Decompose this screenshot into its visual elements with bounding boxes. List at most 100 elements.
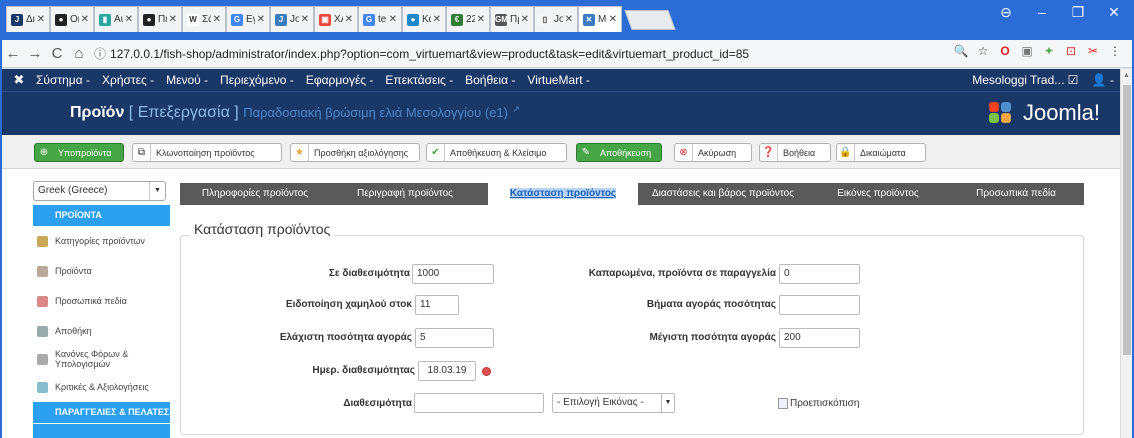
browser-tab[interactable]: ▮Aυτ✕ bbox=[94, 6, 138, 32]
close-tab-icon[interactable]: ✕ bbox=[169, 14, 177, 25]
add-review-button[interactable]: ★ Προσθήκη αξιολόγησης bbox=[290, 143, 420, 162]
tab-custom-fields[interactable]: Προσωπικά πεδία bbox=[948, 183, 1084, 205]
opera-extension-icon[interactable]: O bbox=[994, 44, 1016, 58]
close-tab-icon[interactable]: ✕ bbox=[301, 14, 309, 25]
availability-date-input[interactable]: 18.03.19 bbox=[418, 361, 476, 381]
sidebar-item-inventory[interactable]: Αποθήκη bbox=[33, 316, 170, 346]
reload-icon[interactable]: C bbox=[46, 45, 68, 62]
browser-tab[interactable]: WΣάκ✕ bbox=[182, 6, 226, 32]
back-icon[interactable]: ← bbox=[2, 45, 24, 62]
browser-tab-title: Οι έ bbox=[70, 14, 79, 25]
page-scrollbar[interactable]: ▲ bbox=[1120, 69, 1132, 438]
close-tab-icon[interactable]: ✕ bbox=[389, 14, 397, 25]
maximize-button[interactable]: ❐ bbox=[1060, 0, 1096, 26]
scroll-up-icon[interactable]: ▲ bbox=[1123, 72, 1130, 79]
external-link-icon[interactable]: ↗ bbox=[512, 104, 520, 114]
sidebar-item-categories[interactable]: Κατηγορίες προϊόντων bbox=[33, 226, 170, 256]
browser-tab[interactable]: JΔια✕ bbox=[6, 6, 50, 32]
permissions-button[interactable]: 🔒 Δικαιώματα bbox=[836, 143, 926, 162]
calculator-icon bbox=[37, 353, 48, 365]
language-select[interactable]: Greek (Greece) ▼ bbox=[33, 181, 166, 201]
sidebar-section-next[interactable] bbox=[33, 424, 170, 438]
pocket-extension-icon[interactable]: ⊡ bbox=[1060, 44, 1082, 58]
close-tab-icon[interactable]: ✕ bbox=[37, 14, 45, 25]
low-stock-input[interactable]: 11 bbox=[415, 295, 459, 315]
in-stock-input[interactable]: 1000 bbox=[412, 264, 494, 284]
new-tab-button[interactable] bbox=[624, 10, 676, 30]
profile-icon[interactable]: ⊖ bbox=[988, 0, 1024, 26]
browser-tab[interactable]: JJoo✕ bbox=[270, 6, 314, 32]
menu-help[interactable]: Βοήθεια - bbox=[465, 73, 515, 87]
save-button[interactable]: ✎ Αποθήκευση bbox=[576, 143, 662, 162]
menu-content[interactable]: Περιεχόμενο - bbox=[220, 73, 294, 87]
extension-icon[interactable]: ▣ bbox=[1016, 44, 1038, 58]
browser-tab[interactable]: Gtem✕ bbox=[358, 6, 402, 32]
close-tab-icon[interactable]: ✕ bbox=[213, 14, 221, 25]
minimize-button[interactable]: – bbox=[1024, 0, 1060, 26]
close-tab-icon[interactable]: ✕ bbox=[81, 14, 89, 25]
extension-red-icon[interactable]: ✂ bbox=[1082, 44, 1104, 58]
step-quantity-input[interactable] bbox=[779, 295, 860, 315]
browser-tab[interactable]: GMΠρο✕ bbox=[490, 6, 534, 32]
browser-tab[interactable]: ●Οι έ✕ bbox=[50, 6, 94, 32]
home-icon[interactable]: ⌂ bbox=[68, 45, 90, 62]
close-tab-icon[interactable]: ✕ bbox=[609, 14, 617, 25]
tab-product-status[interactable]: Κατάσταση προϊόντος bbox=[488, 181, 638, 205]
joomla-small-logo-icon[interactable]: ✖ bbox=[2, 72, 36, 88]
min-quantity-input[interactable]: 5 bbox=[415, 328, 494, 348]
cancel-button[interactable]: ⊗ Ακύρωση bbox=[674, 143, 752, 162]
clear-date-icon[interactable] bbox=[482, 367, 491, 376]
clone-product-button[interactable]: ⧉ Κλωνοποίηση προϊόντος bbox=[132, 143, 282, 162]
menu-users[interactable]: Χρήστες - bbox=[102, 73, 154, 87]
max-quantity-input[interactable]: 200 bbox=[779, 328, 860, 348]
sidebar-item-products[interactable]: Προϊόντα bbox=[33, 256, 170, 286]
availability-input[interactable] bbox=[414, 393, 544, 413]
close-tab-icon[interactable]: ✕ bbox=[125, 14, 133, 25]
close-tab-icon[interactable]: ✕ bbox=[477, 14, 485, 25]
user-menu[interactable]: 👤 - bbox=[1092, 73, 1114, 87]
site-info-icon[interactable]: ⓘ bbox=[94, 47, 106, 61]
bookmark-star-icon[interactable]: ☆ bbox=[972, 44, 994, 58]
site-link[interactable]: Mesologgi Trad... ☑ bbox=[972, 73, 1078, 87]
close-tab-icon[interactable]: ✕ bbox=[257, 14, 265, 25]
joomla-mark-icon bbox=[988, 102, 1017, 124]
check-icon: ✔ bbox=[427, 144, 445, 161]
ordered-input[interactable]: 0 bbox=[779, 264, 860, 284]
forward-icon[interactable]: → bbox=[24, 45, 46, 62]
zoom-icon[interactable]: 🔍 bbox=[950, 44, 972, 58]
browser-tab[interactable]: ●Πέρ✕ bbox=[138, 6, 182, 32]
scrollbar-thumb[interactable] bbox=[1123, 85, 1131, 355]
menu-extensions[interactable]: Επεκτάσεις - bbox=[385, 73, 453, 87]
child-products-button[interactable]: ⊕ Υποπροϊόντα bbox=[34, 143, 124, 162]
browser-menu-icon[interactable]: ⋮ bbox=[1104, 44, 1126, 58]
browser-tab[interactable]: ▯Joo✕ bbox=[534, 6, 578, 32]
sidebar-item-reviews[interactable]: Κριτικές & Αξιολογήσεις bbox=[33, 372, 170, 402]
extension-green-icon[interactable]: ✦ bbox=[1038, 44, 1060, 58]
menu-virtuemart[interactable]: VirtueMart - bbox=[527, 73, 589, 87]
close-tab-icon[interactable]: ✕ bbox=[433, 14, 441, 25]
close-tab-icon[interactable]: ✕ bbox=[345, 14, 353, 25]
close-window-button[interactable]: ✕ bbox=[1096, 0, 1132, 26]
tab-product-description[interactable]: Περιγραφή προϊόντος bbox=[330, 183, 480, 205]
tab-product-images[interactable]: Εικόνες προϊόντος bbox=[808, 183, 948, 205]
browser-tab[interactable]: ●Κατ✕ bbox=[402, 6, 446, 32]
browser-tab[interactable]: ▣ΧΑΙ✕ bbox=[314, 6, 358, 32]
url-field[interactable]: ⓘ 127.0.0.1/fish-shop/administrator/index… bbox=[94, 45, 749, 62]
sidebar-section-orders[interactable]: ΠΑΡΑΓΓΕΛΙΕΣ & ΠΕΛΑΤΕΣ bbox=[33, 402, 170, 423]
close-tab-icon[interactable]: ✕ bbox=[521, 14, 529, 25]
close-tab-icon[interactable]: ✕ bbox=[565, 14, 573, 25]
help-button[interactable]: ❓ Βοήθεια bbox=[759, 143, 831, 162]
menu-system[interactable]: Σύστημα - bbox=[36, 73, 90, 87]
tab-product-info[interactable]: Πληροφορίες προϊόντος bbox=[180, 183, 330, 205]
sidebar-section-products[interactable]: ΠΡΟΪΟΝΤΑ bbox=[33, 205, 170, 226]
browser-tab[interactable]: ✕Me:✕ bbox=[578, 6, 622, 32]
sidebar-item-tax-rules[interactable]: Κανόνες Φόρων & Υπολογισμών bbox=[33, 344, 170, 374]
menu-components[interactable]: Εφαρμογές - bbox=[306, 73, 374, 87]
sidebar-item-custom-fields[interactable]: Προσωπικά πεδία bbox=[33, 286, 170, 316]
tab-product-dimensions[interactable]: Διαστάσεις και βάρος προϊόντος bbox=[638, 183, 808, 205]
browser-tab[interactable]: €22 €✕ bbox=[446, 6, 490, 32]
save-close-button[interactable]: ✔ Αποθήκευση & Κλείσιμο bbox=[426, 143, 567, 162]
menu-menus[interactable]: Μενού - bbox=[166, 73, 208, 87]
browser-tab[interactable]: GΕγκ✕ bbox=[226, 6, 270, 32]
image-select-dropdown[interactable]: - Επιλογή Εικόνας - ▼ bbox=[552, 393, 675, 413]
